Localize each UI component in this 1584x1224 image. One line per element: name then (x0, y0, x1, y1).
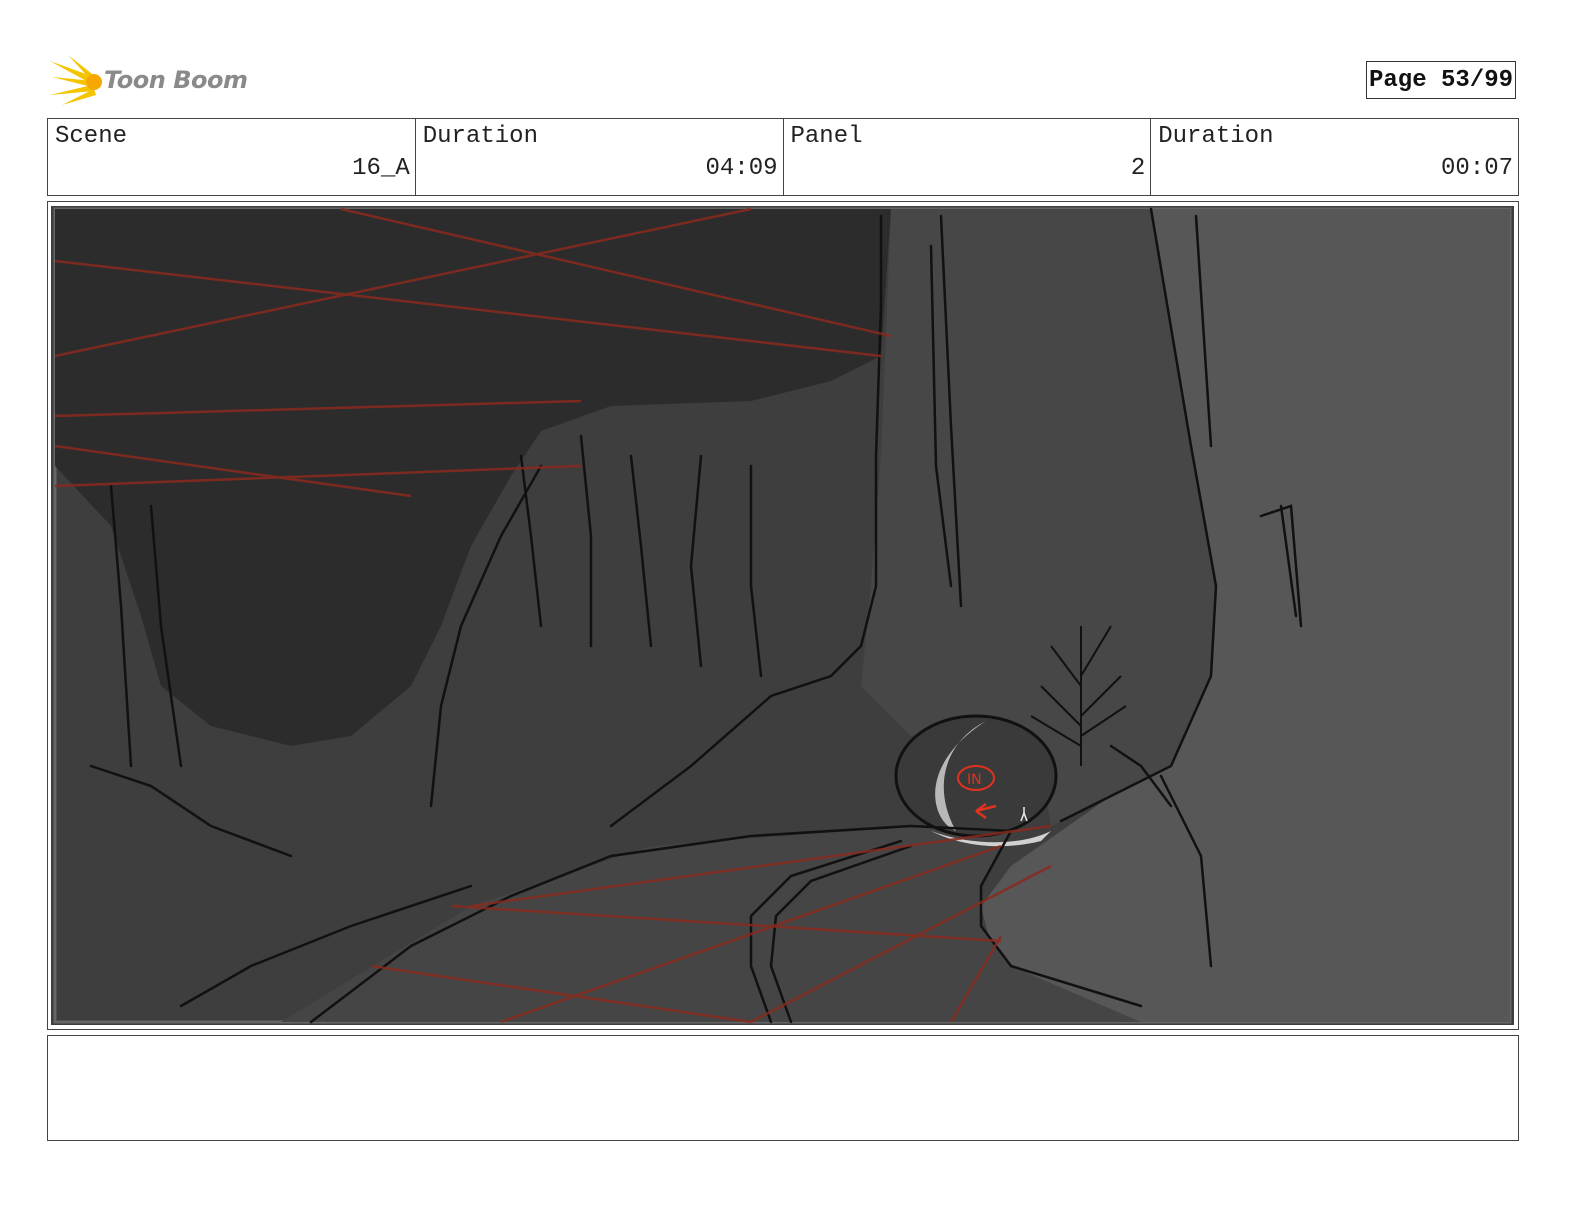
scene-duration-value: 04:09 (705, 155, 778, 182)
storyboard-info-row: Scene 16_A Duration 04:09 Panel 2 Durati… (47, 118, 1519, 196)
panel-cell: Panel 2 (784, 119, 1152, 195)
panel-duration-cell: Duration 00:07 (1151, 119, 1518, 195)
panel-label: Panel (790, 123, 863, 150)
panel-frame: IN (47, 201, 1519, 1030)
panel-value: 2 (1130, 155, 1146, 182)
scene-label: Scene (55, 123, 128, 150)
logo-text: Toon Boom (104, 66, 248, 94)
scene-value: 16_A (352, 155, 410, 182)
page-number: Page 53/99 (1366, 61, 1516, 99)
panel-duration-label: Duration (1158, 123, 1274, 150)
scene-duration-label: Duration (422, 123, 538, 150)
panel-notes-box[interactable] (47, 1035, 1519, 1141)
storyboard-panel-image: IN (51, 206, 1514, 1025)
scene-cell: Scene 16_A (48, 119, 416, 195)
scene-duration-cell: Duration 04:09 (416, 119, 784, 195)
panel-duration-value: 00:07 (1440, 155, 1513, 182)
tunnel-annotation: IN (967, 772, 982, 788)
